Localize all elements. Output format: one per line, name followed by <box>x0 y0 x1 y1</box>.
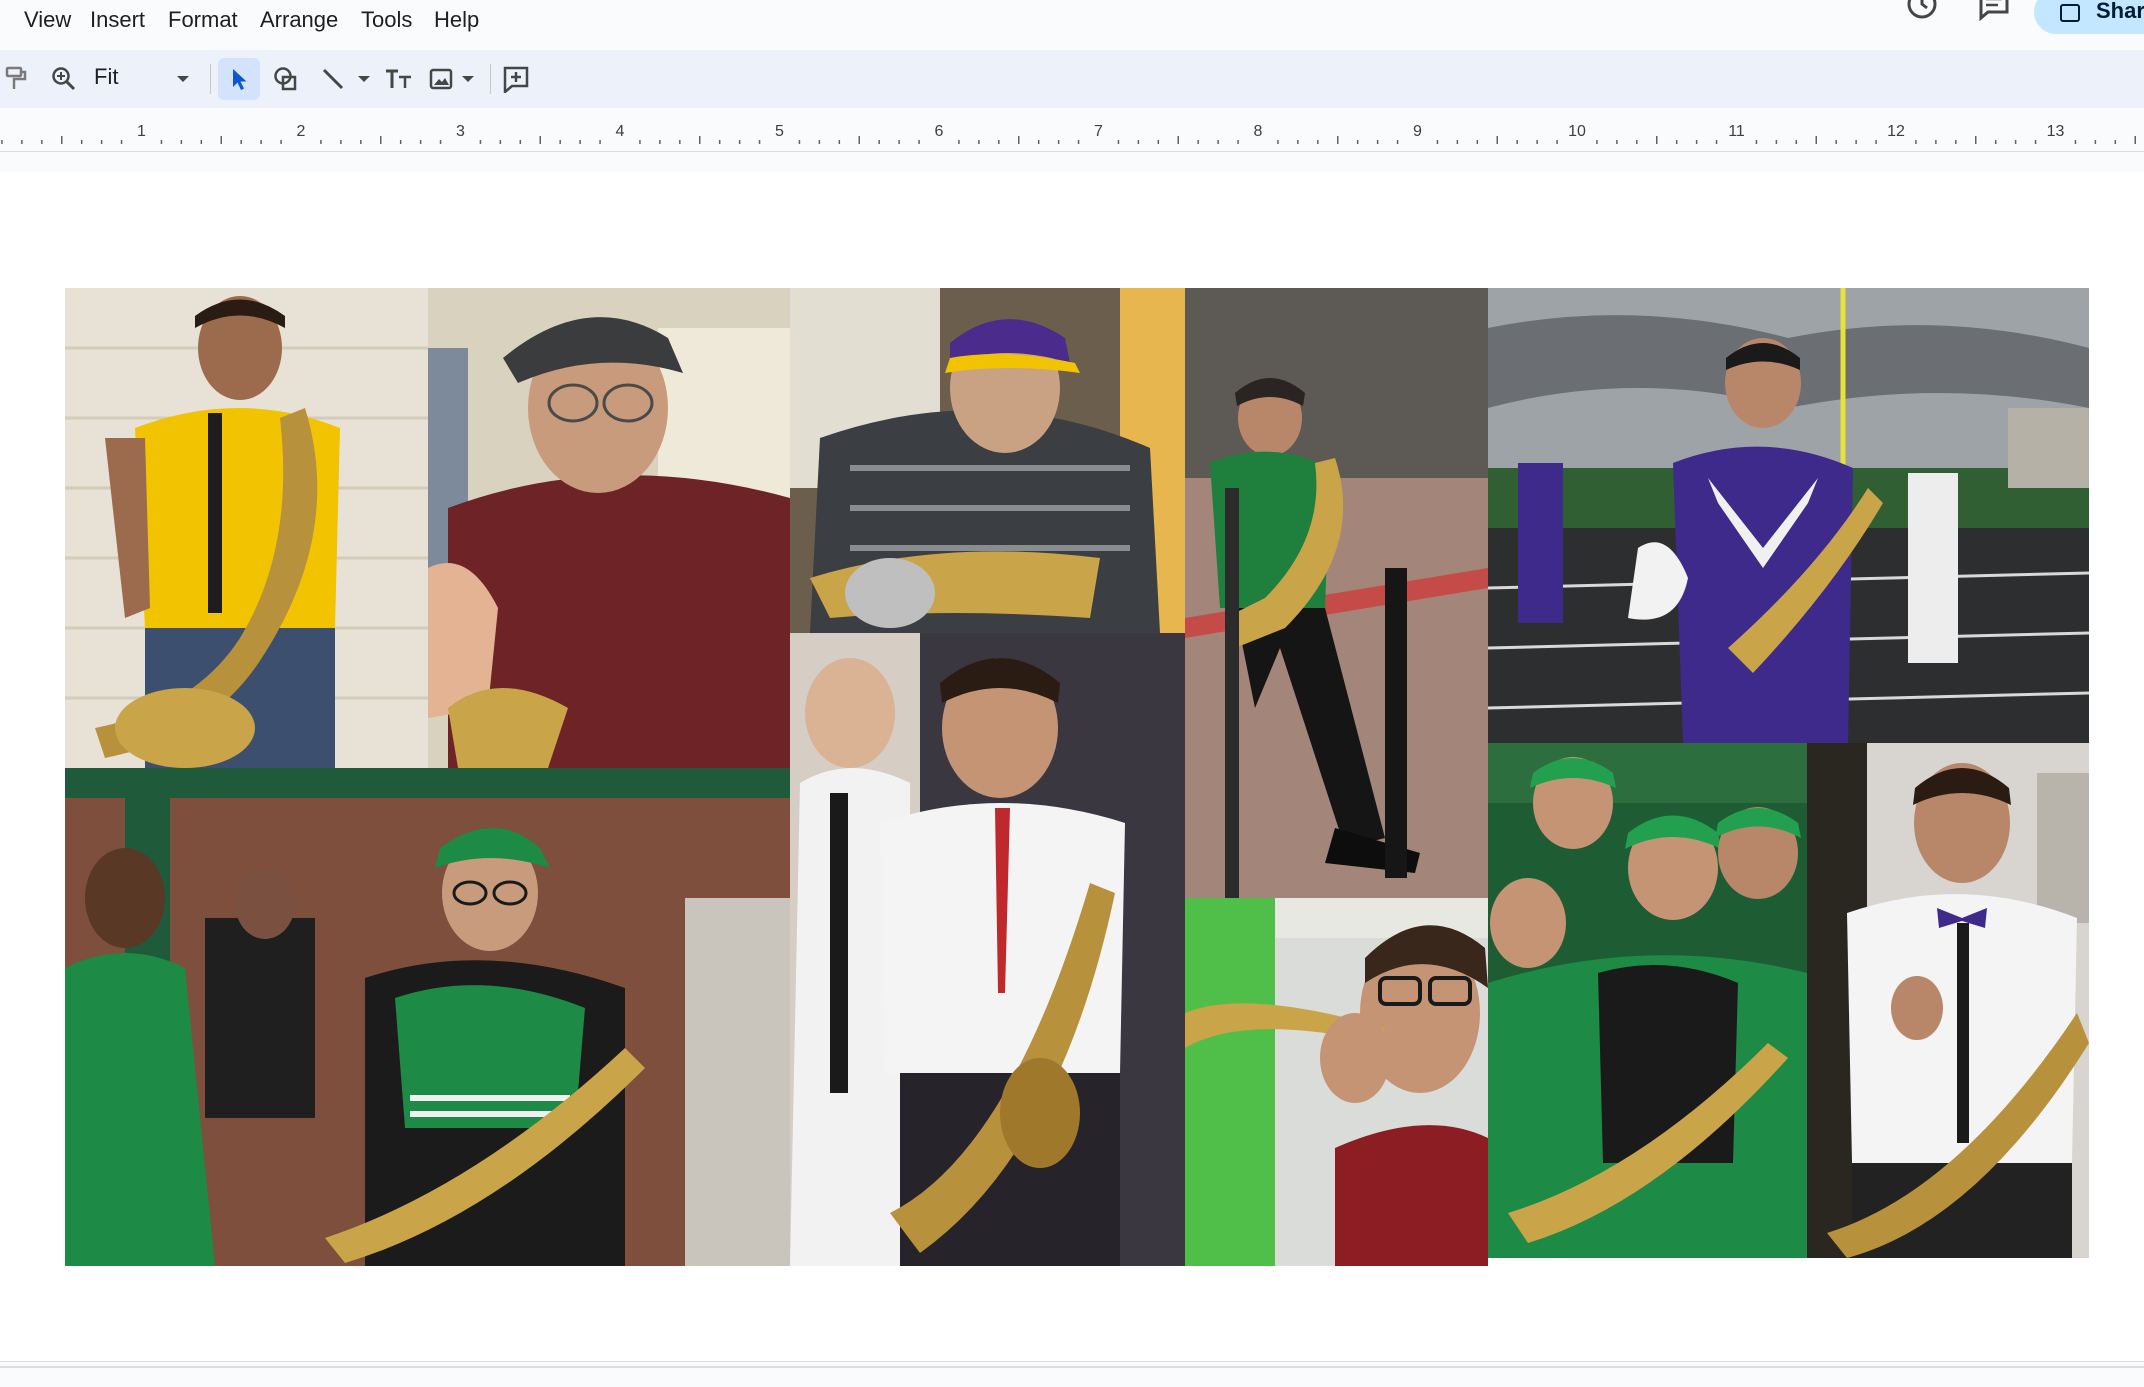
ruler-label: 1 <box>137 123 146 140</box>
ruler-label: 10 <box>1568 123 1586 140</box>
toolbar-separator <box>490 64 491 94</box>
menu-insert[interactable]: Insert <box>86 6 149 34</box>
photo-collage[interactable] <box>65 288 2089 1266</box>
photo-green-shirt-leaning[interactable] <box>1185 288 1488 898</box>
ruler-label: 4 <box>616 123 625 140</box>
photo-playing-saxophone[interactable] <box>1185 898 1488 1266</box>
menu-view[interactable]: View <box>20 6 75 34</box>
history-icon[interactable] <box>1904 0 1940 22</box>
photo-purple-cap[interactable] <box>790 288 1185 633</box>
ruler-label: 9 <box>1413 123 1422 140</box>
add-comment-icon[interactable] <box>498 58 534 100</box>
zoom-icon[interactable] <box>44 58 84 100</box>
ruler-label: 5 <box>775 123 784 140</box>
paint-format-icon[interactable] <box>0 58 32 100</box>
shape-icon[interactable] <box>268 58 304 100</box>
photo-bow-tie-thumbs-up[interactable] <box>1807 743 2089 1258</box>
text-box-icon[interactable] <box>382 58 416 100</box>
menu-format[interactable]: Format <box>164 6 242 34</box>
image-icon[interactable] <box>426 58 456 100</box>
slide-canvas <box>0 152 2144 1387</box>
ruler-label: 3 <box>456 123 465 140</box>
ruler-label: 7 <box>1094 123 1103 140</box>
slides-editor: View Insert Format Arrange Tools Help Sh… <box>0 0 2144 1387</box>
menu-bar: View Insert Format Arrange Tools Help Sh… <box>0 0 2144 44</box>
share-label: Shar <box>2096 0 2144 23</box>
comments-icon[interactable] <box>1976 0 2012 22</box>
image-dropdown-icon[interactable] <box>456 58 480 100</box>
slide[interactable] <box>0 172 2144 1362</box>
line-dropdown-icon[interactable] <box>352 58 376 100</box>
menu-help[interactable]: Help <box>430 6 483 34</box>
ruler-label: 11 <box>1728 123 1745 140</box>
photo-purple-uniform-field[interactable] <box>1488 288 2089 743</box>
zoom-dropdown-icon[interactable] <box>170 58 196 100</box>
ruler-label: 8 <box>1254 123 1263 140</box>
photo-yellow-shirt[interactable] <box>65 288 428 768</box>
menu-tools[interactable]: Tools <box>357 6 416 34</box>
toolbar-separator <box>210 64 211 94</box>
speaker-notes-divider[interactable] <box>0 1366 2144 1387</box>
ruler-label: 12 <box>1887 123 1905 140</box>
horizontal-ruler: 1 2 3 4 5 6 7 8 9 10 11 12 13 <box>0 114 2144 152</box>
ruler-label: 6 <box>935 123 944 140</box>
select-icon[interactable] <box>218 58 260 100</box>
ruler-label: 2 <box>297 123 306 140</box>
ruler-scale: 1 2 3 4 5 6 7 8 9 10 11 12 13 <box>1 123 2136 144</box>
share-button[interactable]: Shar <box>2034 0 2144 34</box>
line-icon[interactable] <box>316 58 350 100</box>
zoom-value[interactable]: Fit <box>94 64 118 90</box>
photo-maroon-shirt[interactable] <box>428 288 790 768</box>
lock-icon <box>2060 4 2080 22</box>
toolbar: Fit <box>0 50 2144 108</box>
ruler-label: 13 <box>2047 123 2065 140</box>
photo-green-caps-group[interactable] <box>1488 743 1807 1258</box>
photo-school-portrait[interactable] <box>790 633 1185 1266</box>
photo-north-texas-uniform[interactable] <box>65 768 790 1266</box>
menu-arrange[interactable]: Arrange <box>256 6 342 34</box>
